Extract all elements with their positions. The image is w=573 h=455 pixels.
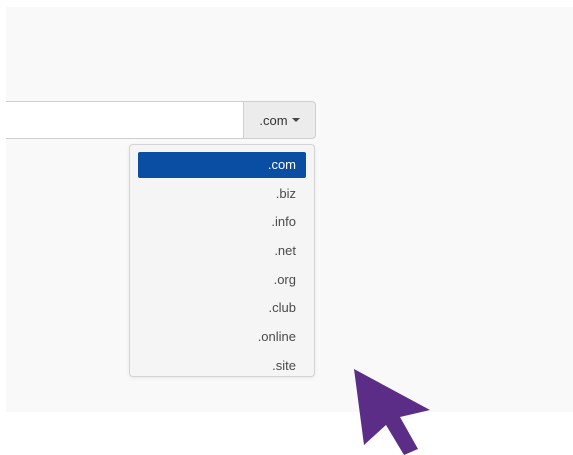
tld-option-biz[interactable]: .biz [138,181,306,207]
tld-option-site[interactable]: .site [138,353,306,379]
tld-option-net[interactable]: .net [138,238,306,264]
tld-selected-label: .com [259,112,288,128]
tld-option-com[interactable]: .com [138,152,306,178]
tld-option-org[interactable]: .org [138,267,306,293]
domain-name-input[interactable] [6,101,244,139]
tld-dropdown-toggle[interactable]: .com [243,101,316,139]
tld-dropdown-menu: .com .biz .info .net .org .club .online … [129,144,315,377]
caret-down-icon [291,118,300,122]
mouse-pointer-icon [354,369,430,455]
tld-option-info[interactable]: .info [138,209,306,235]
tld-option-online[interactable]: .online [138,324,306,350]
tld-option-club[interactable]: .club [138,295,306,321]
